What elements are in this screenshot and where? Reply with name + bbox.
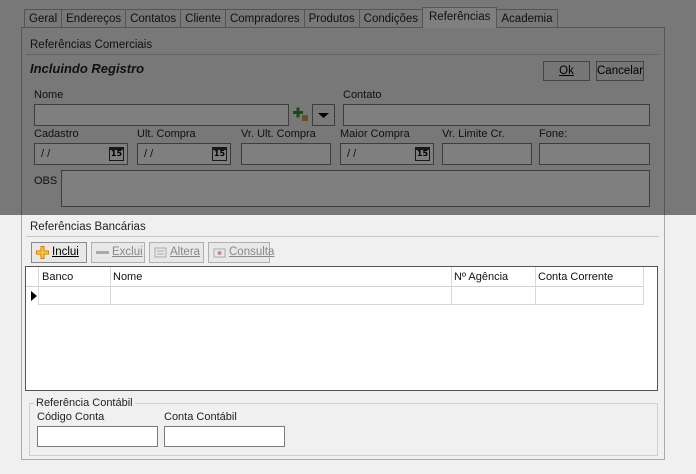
tab-produtos[interactable]: Produtos <box>303 9 360 28</box>
conta-contabil-label: Conta Contábil <box>164 411 237 423</box>
contato-field[interactable] <box>343 104 650 126</box>
col-nome-title: Nome <box>113 271 143 283</box>
nome-dropdown[interactable] <box>312 104 335 126</box>
col-agencia-title: Nº Agência <box>454 271 509 283</box>
calendar-icon[interactable]: 15 <box>109 147 124 161</box>
vr-ult-compra-field[interactable] <box>241 143 331 165</box>
codigo-conta-label: Código Conta <box>37 411 105 423</box>
contabil-title: Referência Contábil <box>34 397 135 409</box>
bancarias-divider <box>26 236 659 237</box>
minus-icon <box>96 251 109 254</box>
plus-icon <box>36 246 49 259</box>
comerciais-divider <box>26 54 659 55</box>
tab-cliente[interactable]: Cliente <box>180 9 226 28</box>
contato-label: Contato <box>343 89 382 101</box>
nome-label: Nome <box>34 89 64 101</box>
add-green-icon[interactable] <box>290 104 312 126</box>
row-indicator-icon <box>31 291 37 301</box>
col-nome[interactable]: Nome <box>110 267 451 305</box>
view-icon <box>213 248 226 258</box>
calendar-icon[interactable]: 15 <box>415 147 430 161</box>
inclui-label: Inclui <box>52 246 79 258</box>
vr-limite-field[interactable] <box>442 143 532 165</box>
cadastro-date-text: / / <box>41 148 51 160</box>
tab-referencias[interactable]: Referências <box>422 7 498 28</box>
col-conta-corrente-title: Conta Corrente <box>538 271 614 283</box>
status-title: Incluindo Registro <box>30 61 145 76</box>
col-conta-corrente[interactable]: Conta Corrente <box>535 267 644 305</box>
table-row[interactable] <box>38 304 644 305</box>
col-agencia[interactable]: Nº Agência <box>451 267 535 305</box>
obs-field[interactable] <box>61 170 650 207</box>
tab-academia[interactable]: Academia <box>496 9 558 28</box>
fone-label: Fone: <box>539 128 568 140</box>
ult-compra-date-text: / / <box>144 148 154 160</box>
altera-label: Altera <box>170 246 201 258</box>
calendar-icon[interactable]: 15 <box>212 147 227 161</box>
tab-condicoes[interactable]: Condições <box>358 9 423 28</box>
vr-limite-label: Vr. Limite Cr. <box>442 128 505 140</box>
tab-bar: Geral Endereços Contatos Cliente Comprad… <box>24 7 558 28</box>
altera-button[interactable]: Altera <box>149 242 204 263</box>
nome-field[interactable] <box>34 104 289 126</box>
consulta-label: Consulta <box>229 246 275 258</box>
maior-compra-label: Maior Compra <box>340 128 410 140</box>
tab-geral[interactable]: Geral <box>24 9 63 28</box>
maior-compra-date-text: / / <box>347 148 357 160</box>
edit-icon <box>154 247 167 258</box>
cancel-button[interactable]: Cancelar <box>596 61 644 81</box>
ok-button[interactable]: Ok <box>543 61 590 81</box>
cadastro-field[interactable]: / / 15 <box>34 143 128 165</box>
ult-compra-label: Ult. Compra <box>137 128 196 140</box>
tab-enderecos[interactable]: Endereços <box>61 9 127 28</box>
bancarias-grid[interactable]: Banco Nome Nº Agência Conta Corrente <box>25 266 658 391</box>
dropdown-arrow-icon <box>318 113 329 118</box>
codigo-conta-field[interactable] <box>37 426 158 447</box>
ult-compra-field[interactable]: / / 15 <box>137 143 231 165</box>
col-banco-title: Banco <box>42 271 74 283</box>
ok-label: Ok <box>559 65 574 77</box>
exclui-label: Exclui <box>112 246 143 258</box>
cadastro-label: Cadastro <box>34 128 79 140</box>
conta-contabil-field[interactable] <box>164 426 285 447</box>
obs-label: OBS <box>34 175 58 187</box>
col-banco[interactable]: Banco <box>38 267 110 305</box>
tab-compradores[interactable]: Compradores <box>224 9 305 28</box>
comerciais-title: Referências Comerciais <box>30 39 153 51</box>
bancarias-title: Referências Bancárias <box>30 221 146 233</box>
exclui-button[interactable]: Exclui <box>91 242 145 263</box>
tab-contatos[interactable]: Contatos <box>125 9 182 28</box>
maior-compra-field[interactable]: / / 15 <box>340 143 434 165</box>
fone-field[interactable] <box>539 143 650 165</box>
vr-ult-compra-label: Vr. Ult. Compra <box>241 128 316 140</box>
inclui-button[interactable]: Inclui <box>31 242 87 263</box>
consulta-button[interactable]: Consulta <box>208 242 274 263</box>
